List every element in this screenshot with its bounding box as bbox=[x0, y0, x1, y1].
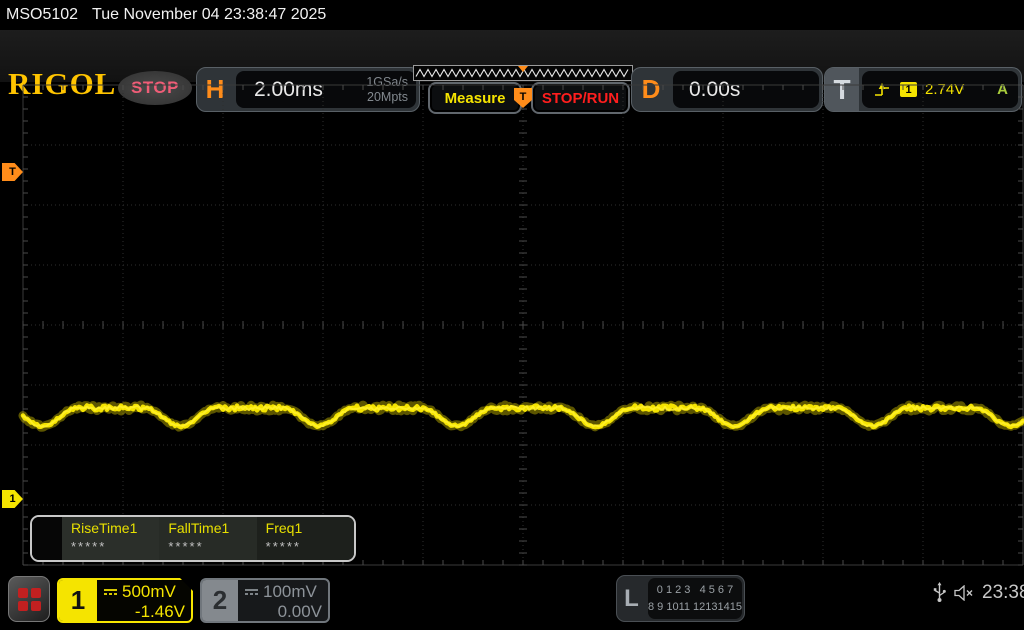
channel2-status-block[interactable]: 2 100mV 0.00V bbox=[200, 578, 330, 623]
dc-coupling-icon bbox=[245, 588, 258, 595]
measurement-value: ***** bbox=[71, 539, 107, 554]
header-bar: RIGOL STOP H 2.00ms 1GSa/s 20Mpts Measur… bbox=[0, 30, 1024, 114]
measurement-results-box[interactable]: RiseTime1 ***** FallTime1 ***** Freq1 **… bbox=[30, 515, 356, 562]
acquisition-status-badge: STOP bbox=[118, 71, 192, 105]
channel1-offset: -1.46V bbox=[134, 601, 185, 621]
rigol-logo: RIGOL bbox=[8, 66, 117, 101]
usb-icon bbox=[933, 582, 946, 602]
trigger-menu-block[interactable]: T 1 2.74V A bbox=[824, 67, 1022, 112]
measurement-name: RiseTime1 bbox=[71, 520, 138, 536]
status-bar: MSO5102 Tue November 04 23:38:47 2025 bbox=[0, 0, 1024, 30]
memory-depth: 20Mpts bbox=[367, 89, 408, 104]
measurement-item-freq[interactable]: Freq1 ***** bbox=[256, 517, 354, 560]
bottom-bar: 1 500mV -1.46V 2 100mV 0.00V L 0 1 2 3 4… bbox=[0, 570, 1024, 630]
trigger-label: T bbox=[825, 68, 859, 111]
stop-run-button[interactable]: STOP/RUN bbox=[531, 82, 630, 114]
timebase-value: 2.00ms bbox=[254, 77, 323, 101]
logic-label: L bbox=[624, 584, 639, 612]
horizontal-menu-block[interactable]: H 2.00ms 1GSa/s 20Mpts bbox=[196, 67, 420, 112]
logic-row-2: 8 9 1011 12131415 bbox=[648, 600, 742, 613]
channel2-scale: 100mV bbox=[263, 582, 317, 601]
channel1-ground-marker[interactable]: 1 bbox=[2, 490, 23, 508]
overview-zigzag bbox=[415, 66, 629, 78]
measurement-box-spacer bbox=[32, 517, 62, 560]
measurement-item-falltime[interactable]: FallTime1 ***** bbox=[159, 517, 257, 560]
trigger-level-value: 2.74V bbox=[925, 81, 965, 98]
trigger-source-badge: 1 bbox=[900, 82, 917, 97]
trigger-level-marker[interactable]: T bbox=[2, 163, 23, 181]
delay-label: D bbox=[641, 74, 661, 104]
horizontal-label: H bbox=[205, 74, 225, 104]
waveform-overview-strip[interactable] bbox=[413, 65, 633, 81]
channel1-number: 1 bbox=[59, 580, 97, 621]
menu-grid-icon bbox=[17, 587, 41, 611]
measure-button[interactable]: Measure bbox=[428, 82, 522, 114]
channel1-status-block[interactable]: 1 500mV -1.46V bbox=[57, 578, 193, 623]
trigger-mode: A bbox=[997, 81, 1008, 98]
measurement-item-risetime[interactable]: RiseTime1 ***** bbox=[62, 517, 160, 560]
logic-channel-list: 0 1 2 3 4 5 6 7 8 9 1011 12131415 bbox=[648, 578, 742, 619]
logic-row-1: 0 1 2 3 4 5 6 7 bbox=[656, 584, 734, 596]
channel2-number: 2 bbox=[202, 580, 238, 621]
main-menu-button[interactable] bbox=[8, 576, 50, 622]
measurement-name: Freq1 bbox=[265, 520, 303, 536]
sample-rate: 1GSa/s bbox=[366, 75, 408, 90]
dc-coupling-icon bbox=[103, 587, 118, 597]
logic-channels-block[interactable]: L 0 1 2 3 4 5 6 7 8 9 1011 12131415 bbox=[616, 575, 745, 622]
delay-value: 0.00s bbox=[689, 77, 741, 101]
rising-edge-icon bbox=[875, 82, 889, 96]
channel2-offset: 0.00V bbox=[277, 601, 322, 621]
sample-rate-depth: 1GSa/s 20Mpts bbox=[366, 75, 408, 104]
speaker-muted-icon[interactable] bbox=[954, 585, 976, 601]
measurement-value: ***** bbox=[168, 539, 204, 554]
clock: 23:38 bbox=[982, 582, 1024, 603]
measurement-name: FallTime1 bbox=[168, 520, 230, 536]
delay-menu-block[interactable]: D 0.00s bbox=[631, 67, 823, 112]
channel1-scale: 500mV bbox=[122, 582, 176, 601]
model-name: MSO5102 bbox=[6, 6, 79, 23]
datetime: Tue November 04 23:38:47 2025 bbox=[92, 6, 327, 23]
measurement-value: ***** bbox=[265, 539, 301, 554]
